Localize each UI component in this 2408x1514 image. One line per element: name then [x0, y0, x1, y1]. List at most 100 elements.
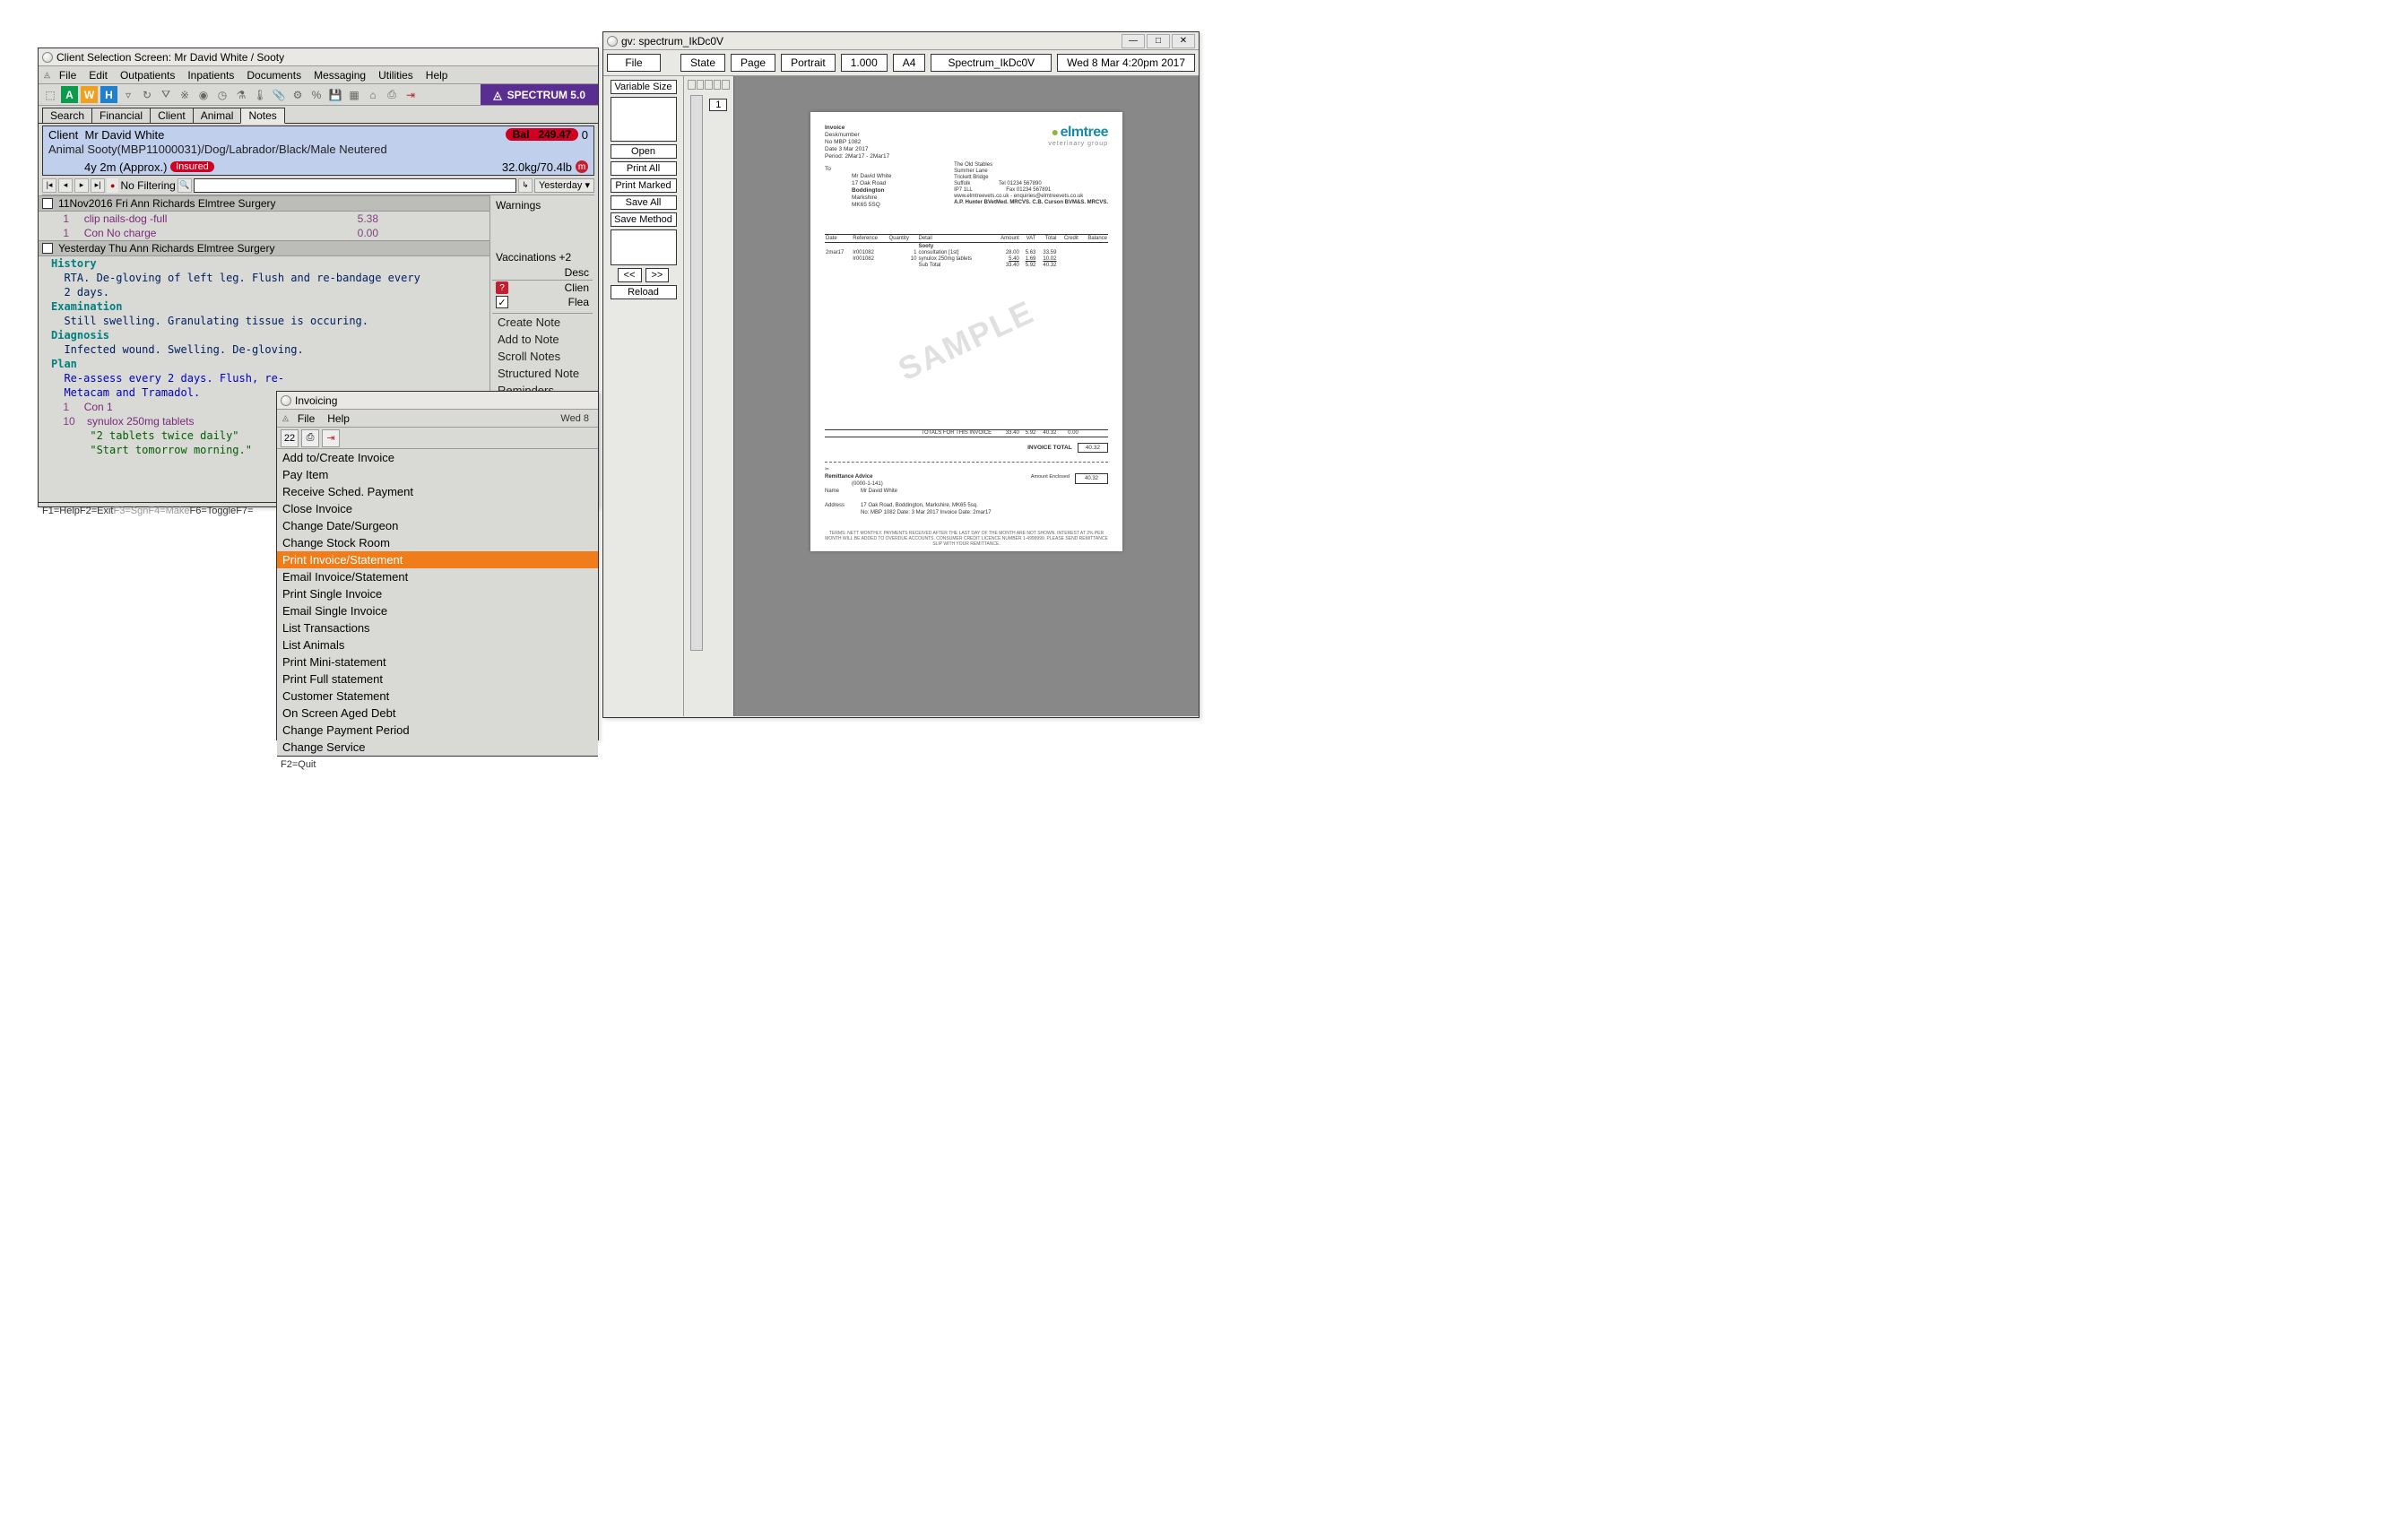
calendar-button[interactable]: 22: [281, 429, 299, 447]
inv-item-add-create[interactable]: Add to/Create Invoice: [277, 449, 598, 466]
exit-icon[interactable]: ⇥: [403, 87, 419, 103]
nav-prev-icon[interactable]: ◂: [58, 178, 73, 193]
inv-menu-file[interactable]: File: [292, 411, 320, 426]
gv-page-number[interactable]: 1: [709, 99, 727, 111]
side-add-to-note[interactable]: Add to Note: [492, 331, 593, 348]
link-icon[interactable]: ⚙: [290, 87, 306, 103]
gv-docname-field[interactable]: Spectrum_IkDc0V: [931, 54, 1052, 72]
inv-item-email-single[interactable]: Email Single Invoice: [277, 602, 598, 619]
gv-print-marked[interactable]: Print Marked: [611, 178, 677, 193]
print-icon[interactable]: ⎙: [384, 87, 400, 103]
nav-next-icon[interactable]: ▸: [74, 178, 89, 193]
inv-item-customer-stmt[interactable]: Customer Statement: [277, 688, 598, 705]
inv-item-close[interactable]: Close Invoice: [277, 500, 598, 517]
menu-inpatients[interactable]: Inpatients: [182, 68, 239, 82]
lab-icon[interactable]: ⚗: [233, 87, 249, 103]
stopwatch-icon[interactable]: ◷: [214, 87, 230, 103]
tooth-icon[interactable]: ⛛: [158, 87, 174, 103]
menu-help[interactable]: Help: [420, 68, 454, 82]
inv-menu-help[interactable]: Help: [322, 411, 355, 426]
menu-file[interactable]: File: [54, 68, 82, 82]
gv-file-button[interactable]: File: [607, 54, 661, 72]
house-icon[interactable]: ⌂: [365, 87, 381, 103]
minimize-button[interactable]: —: [1122, 34, 1145, 48]
inv-item-aged-debt[interactable]: On Screen Aged Debt: [277, 705, 598, 722]
inv-item-print-stmt[interactable]: Print Invoice/Statement: [277, 551, 598, 568]
gv-orient-button[interactable]: Portrait: [781, 54, 836, 72]
invoice-preview: SAMPLE elmtree veterinary group Invoice …: [810, 112, 1122, 551]
inv-item-list-animals[interactable]: List Animals: [277, 636, 598, 653]
side-scroll-notes[interactable]: Scroll Notes: [492, 348, 593, 365]
inv-item-receive-sched[interactable]: Receive Sched. Payment: [277, 483, 598, 500]
menu-edit[interactable]: Edit: [83, 68, 113, 82]
side-structured-note[interactable]: Structured Note: [492, 365, 593, 382]
tab-financial[interactable]: Financial: [91, 108, 151, 123]
inv-item-change-date[interactable]: Change Date/Surgeon: [277, 517, 598, 534]
app-icon: [281, 395, 291, 406]
tab-search[interactable]: Search: [42, 108, 92, 123]
eye-icon[interactable]: ◉: [195, 87, 212, 103]
exit-button[interactable]: ⇥: [322, 429, 340, 447]
gv-variable-size[interactable]: Variable Size: [611, 80, 677, 94]
gv-canvas[interactable]: SAMPLE elmtree veterinary group Invoice …: [734, 76, 1199, 716]
menu-utilities[interactable]: Utilities: [373, 68, 419, 82]
note-checkbox[interactable]: [42, 243, 53, 254]
flea-checkbox[interactable]: ✓: [496, 296, 508, 308]
menu-outpatients[interactable]: Outpatients: [115, 68, 180, 82]
thermometer-icon[interactable]: 🌡: [252, 87, 268, 103]
gv-nav-next[interactable]: >>: [645, 268, 670, 282]
inv-item-change-service[interactable]: Change Service: [277, 739, 598, 756]
funnel-icon[interactable]: ▿: [120, 87, 136, 103]
date-range-dropdown[interactable]: Yesterday ▾: [534, 178, 594, 193]
save-icon[interactable]: 💾: [327, 87, 343, 103]
nav-first-icon[interactable]: |◂: [42, 178, 56, 193]
search-icon[interactable]: 🔍: [178, 178, 192, 193]
tab-animal[interactable]: Animal: [193, 108, 242, 123]
gv-nav-prev[interactable]: <<: [618, 268, 642, 282]
brand-banner: SPECTRUM 5.0: [481, 84, 598, 105]
attachment-icon[interactable]: 📎: [271, 87, 287, 103]
gv-open[interactable]: Open: [611, 144, 677, 159]
tab-client[interactable]: Client: [150, 108, 194, 123]
money-icon[interactable]: %: [308, 87, 325, 103]
note-checkbox[interactable]: [42, 198, 53, 209]
inv-item-print-mini[interactable]: Print Mini-statement: [277, 653, 598, 670]
calendar-icon[interactable]: ▦: [346, 87, 362, 103]
gv-papersize-button[interactable]: A4: [893, 54, 926, 72]
maximize-button[interactable]: □: [1147, 34, 1170, 48]
gv-state-button[interactable]: State: [680, 54, 725, 72]
gv-page-button[interactable]: Page: [731, 54, 775, 72]
inv-item-pay[interactable]: Pay Item: [277, 466, 598, 483]
print-button[interactable]: ⎙: [301, 429, 319, 447]
menu-messaging[interactable]: Messaging: [308, 68, 371, 82]
inv-item-change-stock[interactable]: Change Stock Room: [277, 534, 598, 551]
status-a-icon[interactable]: A: [61, 86, 78, 103]
close-button[interactable]: ✕: [1172, 34, 1195, 48]
gv-print-all[interactable]: Print All: [611, 161, 677, 176]
tab-notes[interactable]: Notes: [240, 108, 284, 124]
gv-reload[interactable]: Reload: [611, 285, 677, 299]
note-header-2[interactable]: Yesterday Thu Ann Richards Elmtree Surge…: [39, 240, 489, 256]
main-tabstrip: Search Financial Client Animal Notes: [39, 106, 598, 124]
gv-save-method[interactable]: Save Method: [611, 212, 677, 227]
circle-icon[interactable]: ●: [107, 178, 118, 193]
select-tool-icon[interactable]: ⬚: [42, 87, 58, 103]
inv-item-list-trans[interactable]: List Transactions: [277, 619, 598, 636]
status-h-icon[interactable]: H: [100, 86, 117, 103]
filter-go-icon[interactable]: ↳: [518, 178, 533, 193]
gv-zoom-button[interactable]: 1.000: [841, 54, 888, 72]
inv-item-print-single[interactable]: Print Single Invoice: [277, 585, 598, 602]
side-create-note[interactable]: Create Note: [492, 314, 593, 331]
gv-page-scrollbar[interactable]: [690, 95, 703, 651]
refresh-icon[interactable]: ↻: [139, 87, 155, 103]
filter-input[interactable]: [194, 178, 516, 193]
gv-save-all[interactable]: Save All: [611, 195, 677, 210]
menu-documents[interactable]: Documents: [241, 68, 307, 82]
groups-icon[interactable]: ※: [177, 87, 193, 103]
nav-last-icon[interactable]: ▸|: [91, 178, 105, 193]
inv-item-email-stmt[interactable]: Email Invoice/Statement: [277, 568, 598, 585]
note-header-1[interactable]: 11Nov2016 Fri Ann Richards Elmtree Surge…: [39, 195, 489, 212]
status-w-icon[interactable]: W: [81, 86, 98, 103]
inv-item-change-period[interactable]: Change Payment Period: [277, 722, 598, 739]
inv-item-print-full[interactable]: Print Full statement: [277, 670, 598, 688]
